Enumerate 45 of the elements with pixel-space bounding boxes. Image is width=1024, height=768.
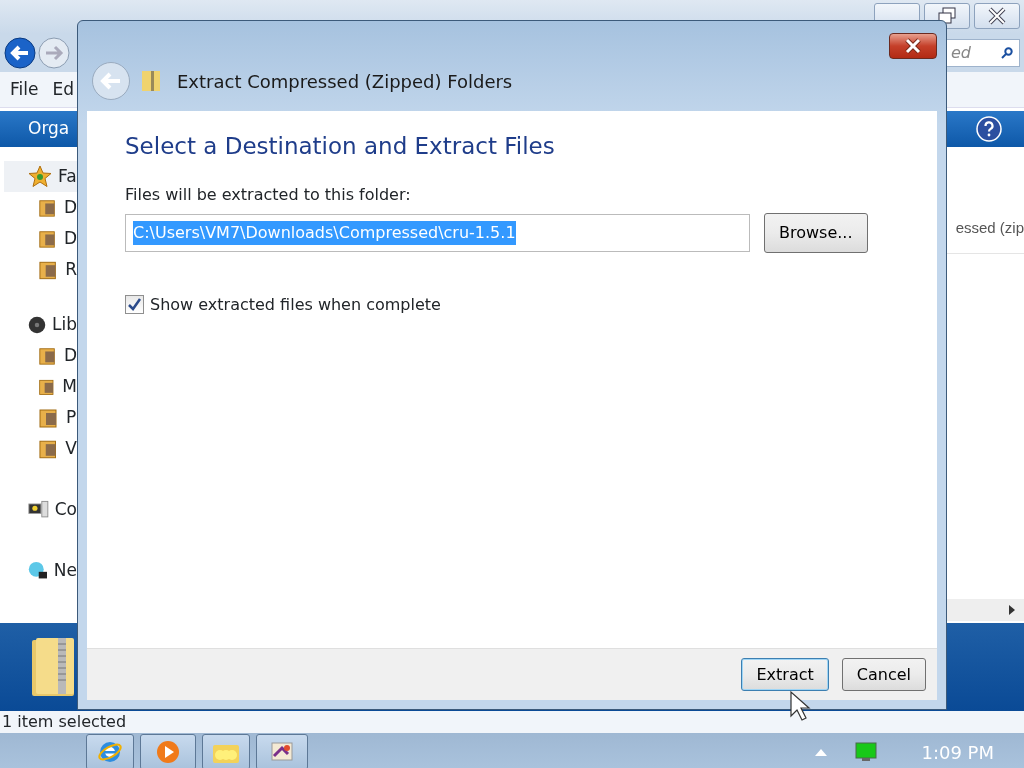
media-player-taskbar-button[interactable]	[140, 734, 196, 768]
field-label: Files will be extracted to this folder:	[125, 183, 412, 206]
nav-item[interactable]: R	[65, 256, 77, 283]
folder-icon	[38, 406, 60, 429]
menu-item[interactable]: Ed	[52, 76, 74, 103]
explorer-taskbar-button[interactable]	[202, 734, 250, 768]
play-icon	[155, 739, 181, 765]
nav-item[interactable]: M	[62, 373, 77, 400]
checkbox-label[interactable]: Show extracted files when complete	[150, 292, 441, 317]
nav-item[interactable]: P	[66, 404, 77, 431]
nav-item[interactable]: D	[63, 194, 77, 221]
palette-icon	[268, 740, 296, 764]
close-icon	[903, 38, 923, 54]
dialog-title: Extract Compressed (Zipped) Folders	[177, 69, 513, 94]
close-icon	[987, 7, 1007, 25]
checkbox[interactable]	[125, 295, 144, 315]
nav-item[interactable]: Ne	[53, 557, 77, 584]
pointer-icon	[789, 690, 811, 722]
close-button[interactable]	[974, 3, 1020, 29]
zip-folder-icon	[30, 636, 76, 698]
globe-e-icon	[97, 739, 123, 765]
nav-item[interactable]: Lib	[52, 311, 77, 338]
column-header[interactable]: essed (zip	[955, 217, 1024, 240]
menu-item[interactable]: File	[10, 76, 39, 103]
status-text: 1 item selected	[0, 711, 1024, 733]
paint-taskbar-button[interactable]	[256, 734, 308, 768]
nav-item[interactable]: Co	[54, 496, 77, 523]
dialog-heading: Select a Destination and Extract Files	[125, 133, 556, 161]
nav-item[interactable]: D	[63, 225, 77, 252]
star-icon	[28, 164, 52, 189]
browse-button[interactable]: Browse...	[764, 212, 868, 253]
restore-icon	[936, 6, 958, 26]
organize-menu[interactable]: Orga	[28, 116, 70, 142]
search-icon	[1001, 47, 1013, 59]
zip-folder-icon	[141, 69, 161, 93]
monitor-icon[interactable]	[855, 742, 878, 762]
help-icon[interactable]	[976, 116, 1002, 142]
close-button[interactable]	[889, 33, 937, 59]
nav-item[interactable]: D	[63, 342, 77, 369]
scroll-right-icon[interactable]	[1008, 604, 1016, 616]
browser-taskbar-button[interactable]	[86, 734, 134, 768]
back-icon[interactable]	[4, 37, 36, 69]
dialog-button[interactable]: Extract	[741, 658, 829, 691]
nav-item[interactable]: V	[65, 435, 77, 462]
dialog-button[interactable]: Cancel	[841, 658, 926, 691]
